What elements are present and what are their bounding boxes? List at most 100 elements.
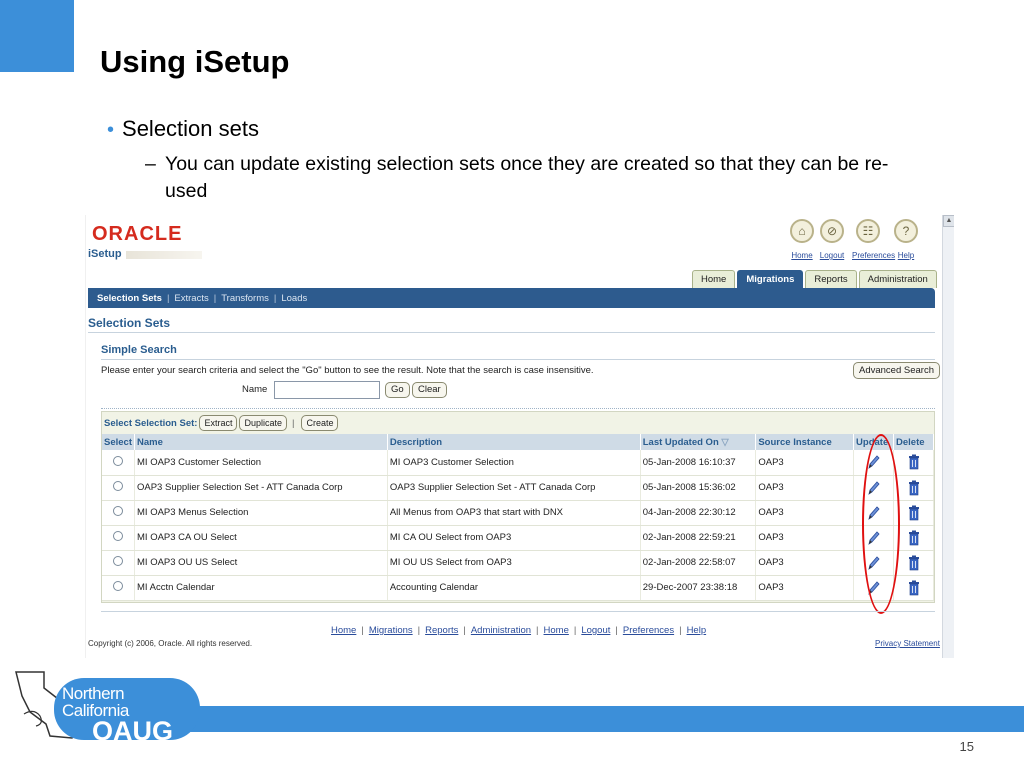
footer-link-preferences[interactable]: Preferences (623, 625, 674, 636)
row-select (102, 525, 135, 551)
select-radio[interactable] (113, 581, 123, 591)
select-radio[interactable] (113, 481, 123, 491)
sort-desc-icon: ▽ (721, 436, 729, 448)
cell-updated: 05-Jan-2008 15:36:02 (640, 475, 757, 501)
table-row: MI OAP3 Customer Selection MI OAP3 Custo… (102, 450, 934, 476)
row-select (102, 500, 135, 526)
footer-link-reports[interactable]: Reports (425, 625, 458, 636)
scroll-up-icon[interactable]: ▲ (943, 215, 954, 227)
global-buttons: ⌂ Home ⊘ Logout ☷ Preferences ? Help (786, 219, 926, 267)
corner-accent (0, 0, 74, 72)
tab-migrations[interactable]: Migrations (737, 270, 804, 288)
duplicate-button[interactable]: Duplicate (239, 415, 287, 431)
col-last-updated[interactable]: Last Updated On ▽ (640, 434, 757, 450)
heading-divider (88, 332, 935, 333)
clear-button[interactable]: Clear (412, 382, 447, 398)
table-row: MI Acctn Calendar Accounting Calendar 29… (102, 575, 934, 601)
global-preferences-label: Preferences (852, 251, 896, 260)
help-icon: ? (894, 219, 918, 243)
tab-administration[interactable]: Administration (858, 270, 937, 288)
footer-link-migrations[interactable]: Migrations (369, 625, 413, 636)
selection-sets-table: Select Selection Set: Extract Duplicate … (101, 411, 935, 603)
privacy-statement-link[interactable]: Privacy Statement (875, 639, 940, 648)
simple-search-title: Simple Search (101, 344, 177, 356)
footer-divider (101, 611, 935, 612)
select-radio[interactable] (113, 506, 123, 516)
subtab-transforms[interactable]: Transforms (221, 293, 269, 304)
subtab-selection-sets[interactable]: Selection Sets (97, 293, 162, 304)
select-radio[interactable] (113, 455, 123, 466)
logout-icon: ⊘ (820, 219, 844, 243)
global-home[interactable]: ⌂ Home (786, 219, 818, 260)
subtab-loads[interactable]: Loads (281, 293, 307, 304)
bullet-2-text: You can update existing selection sets o… (165, 153, 889, 202)
cell-description: All Menus from OAP3 that start with DNX (387, 500, 641, 526)
footer-link-home-2[interactable]: Home (544, 625, 569, 636)
cell-description: MI CA OU Select from OAP3 (387, 525, 641, 551)
cell-updated: 04-Jan-2008 22:30:12 (640, 500, 757, 526)
cell-source: OAP3 (755, 550, 855, 576)
footer-link-administration[interactable]: Administration (471, 625, 531, 636)
bullet-1-text: Selection sets (122, 116, 259, 141)
house-icon: ⌂ (790, 219, 814, 243)
footer-link-home[interactable]: Home (331, 625, 356, 636)
bullet-selection-sets: • Selection sets (107, 116, 259, 142)
footer-bar (190, 706, 1024, 732)
name-search-input[interactable] (274, 381, 380, 399)
footer-link-logout[interactable]: Logout (581, 625, 610, 636)
delete-trash-icon[interactable] (893, 575, 934, 601)
copyright: Copyright (c) 2006, Oracle. All rights r… (88, 639, 253, 648)
table-row: OAP3 Supplier Selection Set - ATT Canada… (102, 475, 934, 501)
tab-reports[interactable]: Reports (805, 270, 857, 288)
global-help[interactable]: ? Help (890, 219, 922, 260)
name-label: Name (242, 384, 268, 395)
slide-title: Using iSetup (100, 44, 290, 79)
subtab-separator: | (213, 292, 217, 304)
delete-trash-icon[interactable] (893, 550, 934, 576)
cell-updated: 05-Jan-2008 16:10:37 (640, 450, 757, 476)
preferences-icon: ☷ (856, 219, 880, 243)
search-hint: Please enter your search criteria and se… (101, 365, 594, 376)
footer-link-help[interactable]: Help (687, 625, 707, 636)
delete-trash-icon[interactable] (893, 450, 934, 476)
global-preferences[interactable]: ☷ Preferences (852, 219, 896, 260)
vertical-scrollbar[interactable]: ▲ (942, 215, 954, 658)
create-button[interactable]: Create (301, 415, 339, 431)
subtab-separator: | (166, 292, 170, 304)
col-name[interactable]: Name (134, 434, 388, 450)
extract-button[interactable]: Extract (199, 415, 238, 431)
product-name: iSetup (88, 248, 122, 260)
tab-home[interactable]: Home (692, 270, 736, 288)
col-delete: Delete (893, 434, 934, 450)
footer-separator: | (573, 625, 577, 636)
col-select: Select (102, 434, 135, 450)
table-action-bar: Select Selection Set: Extract Duplicate … (104, 414, 339, 432)
col-source-instance[interactable]: Source Instance (755, 434, 855, 450)
cell-updated: 02-Jan-2008 22:58:07 (640, 550, 757, 576)
bar-separator: | (292, 417, 295, 429)
cell-name: MI OAP3 Customer Selection (134, 450, 388, 476)
cell-description: OAP3 Supplier Selection Set - ATT Canada… (387, 475, 641, 501)
subtabs: Selection Sets | Extracts | Transforms |… (97, 288, 307, 308)
cell-source: OAP3 (755, 525, 855, 551)
cell-source: OAP3 (755, 475, 855, 501)
cell-source: OAP3 (755, 575, 855, 601)
footer-separator: | (417, 625, 421, 636)
table-row: MI OAP3 OU US Select MI OU US Select fro… (102, 550, 934, 576)
subtab-extracts[interactable]: Extracts (174, 293, 208, 304)
select-radio[interactable] (113, 556, 123, 566)
bullet-dot-icon: • (107, 119, 115, 141)
table-row: MI OAP3 Menus Selection All Menus from O… (102, 500, 934, 526)
delete-trash-icon[interactable] (893, 475, 934, 501)
footer-links: Home | Migrations | Reports | Administration | H… (331, 625, 706, 636)
cell-name: OAP3 Supplier Selection Set - ATT Canada… (134, 475, 388, 501)
col-description[interactable]: Description (387, 434, 641, 450)
product-banner (126, 251, 202, 259)
oracle-logo: ORACLE (92, 223, 183, 245)
cell-description: Accounting Calendar (387, 575, 641, 601)
global-logout[interactable]: ⊘ Logout (816, 219, 848, 260)
go-button[interactable]: Go (385, 382, 410, 398)
advanced-search-button[interactable]: Advanced Search (853, 362, 940, 379)
select-radio[interactable] (113, 531, 123, 541)
cell-name: MI OAP3 OU US Select (134, 550, 388, 576)
